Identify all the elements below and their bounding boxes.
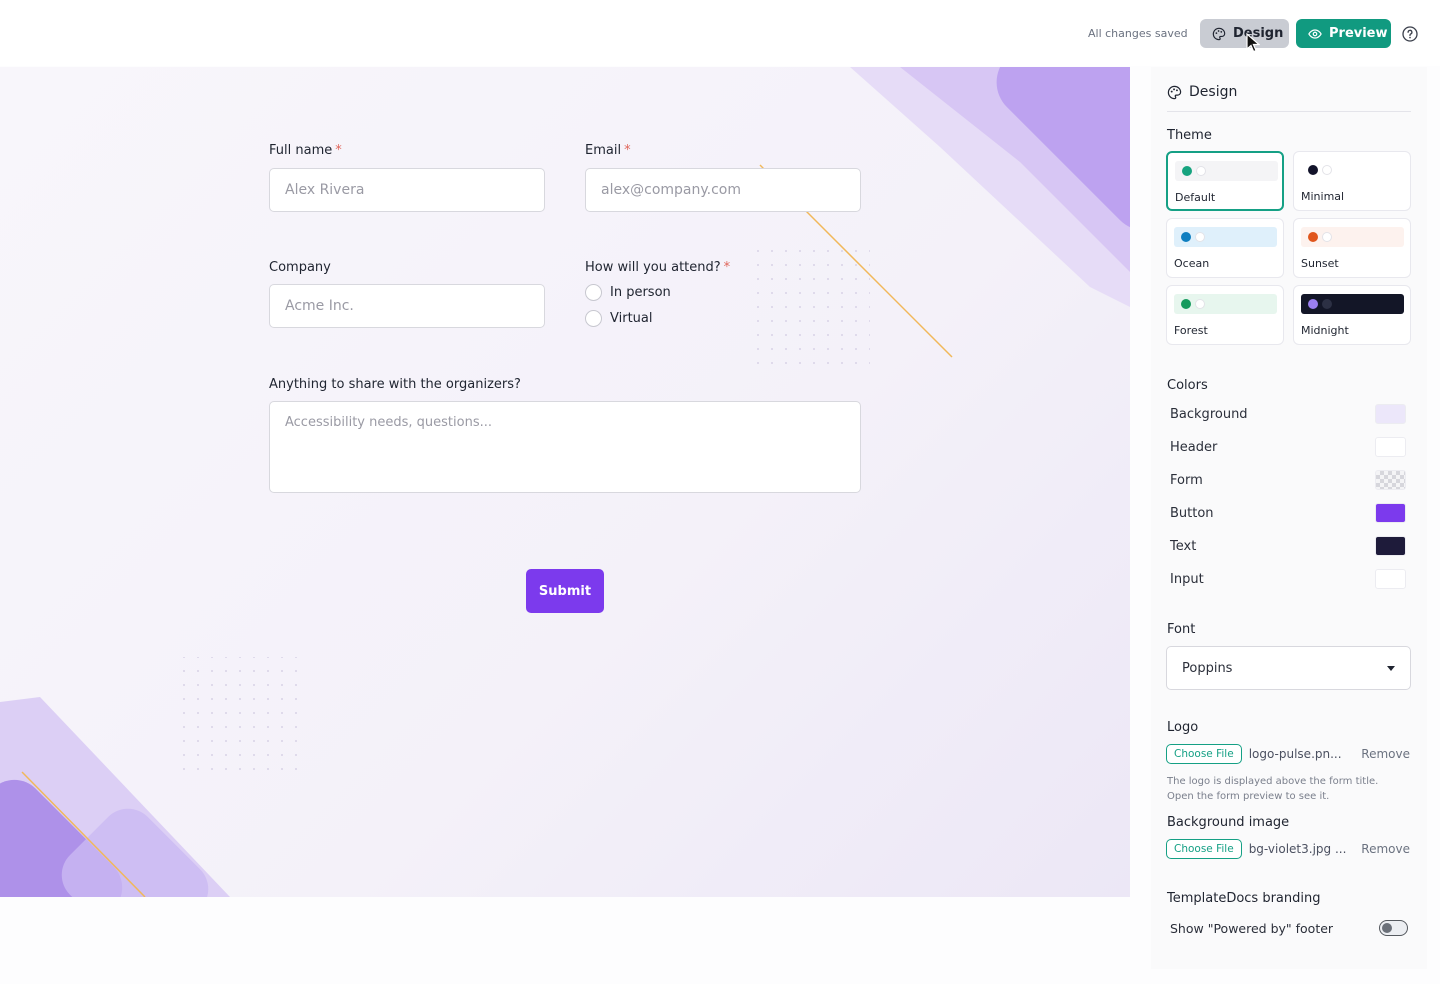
- theme-dot: [1181, 232, 1191, 242]
- color-row-button: Button: [1170, 501, 1406, 525]
- color-name: Text: [1170, 538, 1197, 554]
- theme-card-sunset[interactable]: Sunset: [1293, 218, 1411, 278]
- preview-button-label: Preview: [1329, 26, 1388, 41]
- theme-dot: [1195, 299, 1205, 309]
- bg-file-row: Choose File bg-violet3.jpg ... Remove: [1166, 839, 1410, 859]
- radio-virtual[interactable]: Virtual: [585, 310, 652, 327]
- color-name: Button: [1170, 505, 1214, 521]
- color-name: Header: [1170, 439, 1218, 455]
- theme-dot: [1196, 166, 1206, 176]
- company-label: Company: [269, 260, 331, 275]
- logo-hint: The logo is displayed above the form tit…: [1167, 776, 1379, 802]
- theme-card-midnight[interactable]: Midnight: [1293, 285, 1411, 345]
- color-swatch-header[interactable]: [1375, 437, 1406, 457]
- color-row-text: Text: [1170, 534, 1406, 558]
- theme-swatch: [1301, 294, 1404, 314]
- theme-label: Theme: [1167, 128, 1212, 143]
- theme-swatch: [1174, 227, 1277, 247]
- branding-label: TemplateDocs branding: [1167, 891, 1321, 906]
- theme-dot: [1195, 232, 1205, 242]
- theme-dot: [1308, 299, 1318, 309]
- theme-name: Sunset: [1301, 257, 1339, 270]
- logo-file-name: logo-pulse.pn...: [1248, 747, 1342, 761]
- theme-dot: [1322, 165, 1332, 175]
- eye-icon: [1308, 28, 1322, 39]
- theme-dot: [1308, 165, 1318, 175]
- color-name: Form: [1170, 472, 1203, 488]
- radio-circle[interactable]: [585, 284, 602, 301]
- theme-swatch: [1175, 161, 1278, 181]
- full-name-label: Full name *: [269, 143, 342, 158]
- mouse-cursor-icon: [1246, 33, 1260, 53]
- theme-swatch: [1301, 227, 1404, 247]
- theme-name: Default: [1175, 191, 1216, 204]
- help-icon[interactable]: [1402, 26, 1418, 42]
- design-button[interactable]: Design: [1200, 19, 1289, 48]
- theme-card-ocean[interactable]: Ocean: [1166, 218, 1284, 278]
- color-swatch-form[interactable]: [1375, 470, 1406, 490]
- color-swatch-background[interactable]: [1375, 404, 1406, 424]
- logo-choose-file-button[interactable]: Choose File: [1166, 744, 1242, 764]
- company-input[interactable]: Acme Inc.: [269, 284, 545, 328]
- theme-swatch: [1301, 160, 1404, 180]
- attend-label: How will you attend? *: [585, 260, 731, 275]
- logo-remove-link[interactable]: Remove: [1361, 747, 1410, 761]
- email-label: Email *: [585, 143, 631, 158]
- palette-icon: [1212, 27, 1226, 40]
- color-swatch-button[interactable]: [1375, 503, 1406, 523]
- font-select[interactable]: Poppins: [1166, 646, 1411, 690]
- theme-dot: [1182, 166, 1192, 176]
- save-status: All changes saved: [1088, 27, 1188, 40]
- font-select-value: Poppins: [1182, 660, 1233, 676]
- form-canvas: Full name * Alex Rivera Email * alex@compa…: [0, 67, 1130, 897]
- theme-name: Minimal: [1301, 190, 1345, 203]
- bg-choose-file-button[interactable]: Choose File: [1166, 839, 1242, 859]
- submit-button[interactable]: Submit: [526, 569, 604, 613]
- bg-remove-link[interactable]: Remove: [1361, 842, 1410, 856]
- top-bar: All changes saved Design Preview: [0, 0, 1440, 66]
- bg-file-name: bg-violet3.jpg ...: [1248, 842, 1347, 856]
- notes-label: Anything to share with the organizers?: [269, 377, 521, 392]
- radio-circle[interactable]: [585, 310, 602, 327]
- color-row-form: Form: [1170, 468, 1406, 492]
- color-row-input: Input: [1170, 567, 1406, 591]
- preview-button[interactable]: Preview: [1296, 19, 1391, 48]
- theme-swatch: [1174, 294, 1277, 314]
- color-swatch-input[interactable]: [1375, 569, 1406, 589]
- caret-down-icon: [1387, 665, 1395, 671]
- theme-name: Forest: [1174, 324, 1208, 337]
- color-row-background: Background: [1170, 402, 1406, 426]
- panel-title: Design: [1189, 84, 1238, 100]
- logo-label: Logo: [1167, 720, 1199, 735]
- notes-textarea[interactable]: Accessibility needs, questions...: [269, 401, 861, 493]
- palette-icon: [1167, 85, 1182, 100]
- theme-card-forest[interactable]: Forest: [1166, 285, 1284, 345]
- full-name-input[interactable]: Alex Rivera: [269, 168, 545, 212]
- design-panel: Design Theme Default Minimal Ocean Sunset Fo…: [1151, 67, 1427, 969]
- theme-name: Midnight: [1301, 324, 1349, 337]
- color-name: Background: [1170, 406, 1248, 422]
- color-row-header: Header: [1170, 435, 1406, 459]
- theme-card-default[interactable]: Default: [1166, 151, 1284, 211]
- radio-in-person[interactable]: In person: [585, 284, 671, 301]
- logo-file-row: Choose File logo-pulse.pn... Remove: [1166, 744, 1410, 764]
- powered-by-toggle[interactable]: [1379, 920, 1408, 936]
- theme-card-minimal[interactable]: Minimal: [1293, 151, 1411, 211]
- panel-header: Design: [1167, 84, 1411, 112]
- theme-dot: [1322, 232, 1332, 242]
- font-label: Font: [1167, 622, 1196, 637]
- email-input[interactable]: alex@company.com: [585, 168, 861, 212]
- color-name: Input: [1170, 571, 1204, 587]
- theme-name: Ocean: [1174, 257, 1210, 270]
- powered-by-row: Show "Powered by" footer: [1170, 920, 1408, 936]
- theme-dot: [1181, 299, 1191, 309]
- theme-dot: [1308, 232, 1318, 242]
- bg-image-label: Background image: [1167, 815, 1290, 830]
- theme-dot: [1322, 299, 1332, 309]
- colors-label: Colors: [1167, 378, 1208, 393]
- color-swatch-text[interactable]: [1375, 536, 1406, 556]
- powered-by-label: Show "Powered by" footer: [1170, 920, 1334, 936]
